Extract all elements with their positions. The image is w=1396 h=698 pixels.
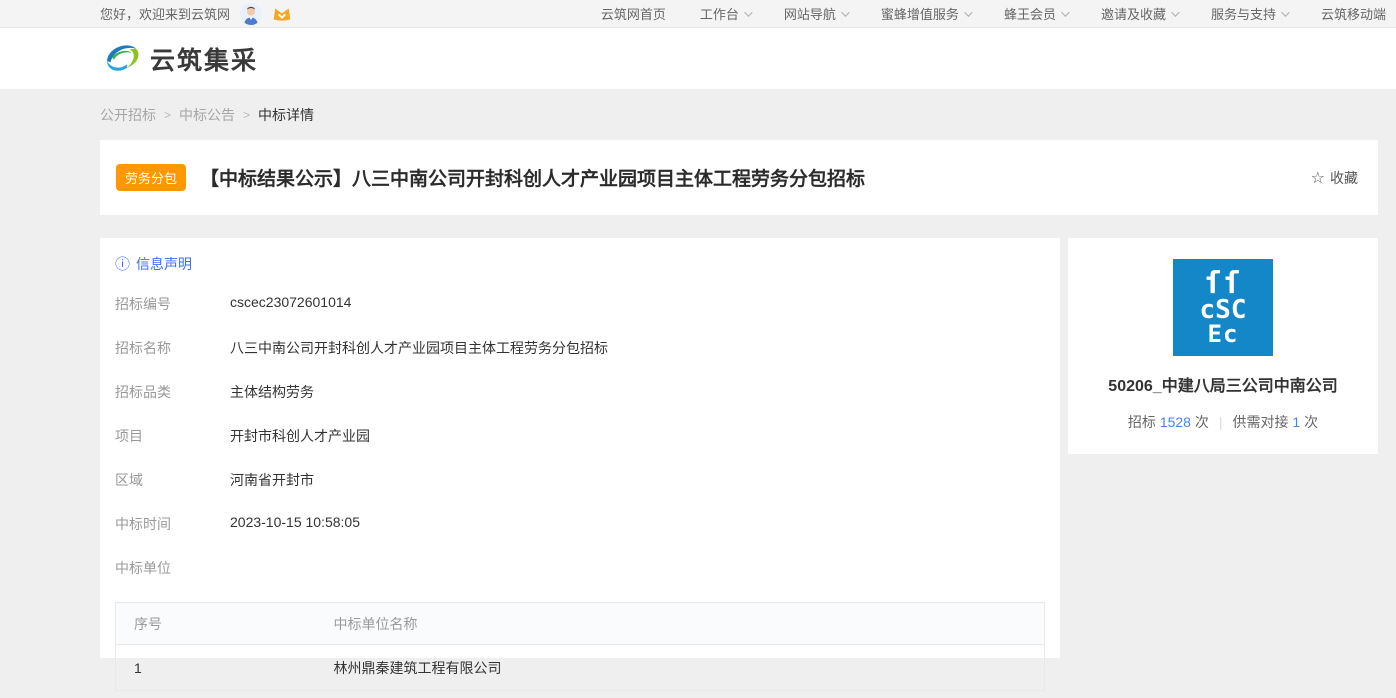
breadcrumb-separator: >: [243, 108, 250, 122]
topbar-menu: 云筑网首页 工作台 网站导航 蜜蜂增值服务 蜂王会员 邀请及收藏 服务与支持 云…: [601, 4, 1386, 23]
person-icon: [240, 3, 262, 25]
category-badge: 劳务分包: [116, 164, 186, 191]
field-row-award-unit: 中标单位: [115, 558, 1045, 578]
column-header-index: 序号: [116, 603, 316, 645]
menu-bee-services[interactable]: 蜜蜂增值服务: [881, 4, 970, 23]
page-title: 【中标结果公示】八三中南公司开封科创人才产业园项目主体工程劳务分包招标: [200, 164, 1311, 191]
info-statement-label: 信息声明: [136, 254, 192, 274]
menu-invite-favorites[interactable]: 邀请及收藏: [1101, 4, 1177, 23]
chevron-down-icon: [1061, 8, 1069, 16]
crown-membership-icon[interactable]: [272, 5, 292, 23]
cell-winner-name: 林州鼎秦建筑工程有限公司: [316, 645, 1045, 691]
breadcrumb-open-bidding[interactable]: 公开招标: [100, 105, 156, 125]
chevron-down-icon: [744, 8, 752, 16]
detail-fields: 招标编号 cscec23072601014 招标名称 八三中南公司开封科创人才产…: [115, 294, 1045, 578]
breadcrumb: 公开招标 > 中标公告 > 中标详情: [0, 89, 1396, 125]
company-card: ſſ cSC Ec 50206_中建八局三公司中南公司 招标 1528 次 | …: [1068, 238, 1378, 454]
stats-divider: |: [1219, 414, 1223, 430]
menu-home[interactable]: 云筑网首页: [601, 4, 666, 23]
company-stats: 招标 1528 次 | 供需对接 1 次: [1128, 412, 1318, 432]
menu-queen-member[interactable]: 蜂王会员: [1004, 4, 1067, 23]
favorite-button[interactable]: ☆ 收藏: [1311, 168, 1358, 188]
title-card: 劳务分包 【中标结果公示】八三中南公司开封科创人才产业园项目主体工程劳务分包招标…: [100, 140, 1378, 215]
breadcrumb-current: 中标详情: [258, 105, 314, 125]
favorite-label: 收藏: [1330, 168, 1358, 188]
field-row-region: 区域 河南省开封市: [115, 470, 1045, 490]
chevron-down-icon: [1171, 8, 1179, 16]
field-row-bid-name: 招标名称 八三中南公司开封科创人才产业园项目主体工程劳务分包招标: [115, 338, 1045, 358]
field-row-award-time: 中标时间 2023-10-15 10:58:05: [115, 514, 1045, 534]
site-header: 云筑集采: [0, 28, 1396, 89]
field-row-bid-category: 招标品类 主体结构劳务: [115, 382, 1045, 402]
table-row: 1 林州鼎秦建筑工程有限公司: [116, 645, 1045, 691]
stat-bids-count: 1528: [1160, 414, 1191, 430]
chevron-down-icon: [1281, 8, 1289, 16]
company-name: 50206_中建八局三公司中南公司: [1108, 372, 1337, 396]
menu-site-nav[interactable]: 网站导航: [784, 4, 847, 23]
yunzhu-swirl-icon: [100, 38, 142, 80]
cell-index: 1: [116, 645, 316, 691]
field-row-bid-number: 招标编号 cscec23072601014: [115, 294, 1045, 314]
detail-card: ⓘ 信息声明 招标编号 cscec23072601014 招标名称 八三中南公司…: [100, 238, 1060, 658]
menu-workbench[interactable]: 工作台: [700, 4, 750, 23]
menu-mobile-app[interactable]: 云筑移动端: [1321, 4, 1386, 23]
site-logo[interactable]: 云筑集采: [100, 38, 258, 80]
user-avatar[interactable]: [240, 3, 262, 25]
menu-service-support[interactable]: 服务与支持: [1211, 4, 1287, 23]
stat-matching: 供需对接 1 次: [1233, 412, 1319, 432]
crown-icon: [272, 5, 292, 22]
stat-matching-count: 1: [1292, 414, 1300, 430]
column-header-winner-name: 中标单位名称: [316, 603, 1045, 645]
info-statement-link[interactable]: ⓘ 信息声明: [115, 254, 1045, 274]
chevron-down-icon: [841, 8, 849, 16]
star-icon: ☆: [1311, 168, 1325, 188]
winner-table-header-row: 序号 中标单位名称: [116, 603, 1045, 645]
cscec-logo: ſſ cSC Ec: [1173, 259, 1273, 356]
field-row-project: 项目 开封市科创人才产业园: [115, 426, 1045, 446]
info-icon: ⓘ: [115, 257, 130, 272]
chevron-down-icon: [964, 8, 972, 16]
greeting-text: 您好，欢迎来到云筑网: [100, 4, 230, 23]
breadcrumb-award-notice[interactable]: 中标公告: [179, 105, 235, 125]
stat-bids: 招标 1528 次: [1128, 412, 1209, 432]
site-logo-text: 云筑集采: [150, 41, 258, 77]
winner-table: 序号 中标单位名称 1 林州鼎秦建筑工程有限公司: [115, 602, 1045, 691]
breadcrumb-separator: >: [164, 108, 171, 122]
topbar: 您好，欢迎来到云筑网 云筑网首页 工作台 网站导航 蜜蜂增值服务 蜂王会员 邀请…: [0, 0, 1396, 28]
